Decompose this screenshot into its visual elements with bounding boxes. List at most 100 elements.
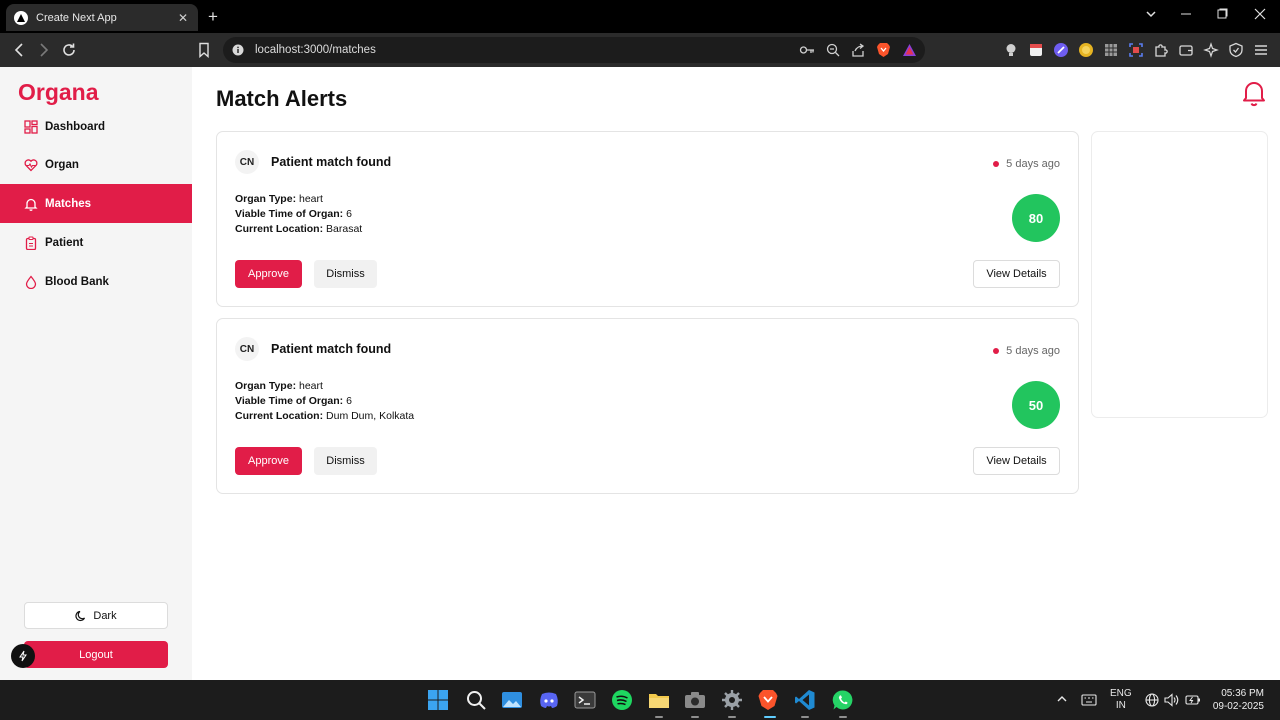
location-value: Barasat bbox=[326, 223, 363, 235]
keyboard-icon[interactable] bbox=[1081, 694, 1097, 706]
logout-button[interactable]: Logout bbox=[24, 641, 168, 668]
alert-details: Organ Type: heart Viable Time of Organ: … bbox=[235, 379, 414, 424]
close-window-button[interactable] bbox=[1254, 8, 1266, 20]
dismiss-button[interactable]: Dismiss bbox=[314, 447, 377, 475]
bell-icon bbox=[24, 197, 38, 211]
network-globe-icon[interactable] bbox=[1145, 693, 1159, 707]
region-text: IN bbox=[1115, 700, 1126, 711]
sidebar-item-matches[interactable]: Matches bbox=[0, 184, 192, 223]
approve-button[interactable]: Approve bbox=[235, 447, 302, 475]
sidebar-item-patient[interactable]: Patient bbox=[0, 223, 192, 262]
sidebar-item-label: Dashboard bbox=[45, 120, 106, 133]
dark-mode-button[interactable]: Dark bbox=[24, 602, 168, 629]
browser-tab-bar: Create Next App ✕ + bbox=[0, 0, 1280, 33]
screen-capture-extension-icon[interactable] bbox=[1128, 42, 1144, 58]
approve-button[interactable]: Approve bbox=[235, 260, 302, 288]
alert-time-text: 5 days ago bbox=[1006, 345, 1060, 357]
active-app-indicator bbox=[764, 716, 776, 718]
brave-rewards-icon[interactable] bbox=[902, 43, 917, 57]
windows-start-icon[interactable] bbox=[427, 689, 449, 711]
alert-time: 5 days ago bbox=[993, 345, 1060, 357]
organ-type-label: Organ Type: bbox=[235, 380, 297, 392]
notes-extension-icon[interactable] bbox=[1028, 42, 1044, 58]
pen-extension-icon[interactable] bbox=[1053, 42, 1069, 58]
unread-dot-icon bbox=[993, 348, 1000, 354]
maximize-button[interactable] bbox=[1216, 8, 1228, 20]
app-logo[interactable]: Organa bbox=[18, 79, 99, 106]
bookmark-icon[interactable] bbox=[198, 42, 210, 58]
view-details-button[interactable]: View Details bbox=[973, 447, 1060, 475]
organ-type-value: heart bbox=[298, 193, 323, 205]
grid-extension-icon[interactable] bbox=[1103, 42, 1119, 58]
leo-ai-icon[interactable] bbox=[1203, 42, 1219, 58]
wallet-icon[interactable] bbox=[1178, 42, 1194, 58]
running-indicator bbox=[728, 716, 736, 718]
match-alert-card: CN Patient match found 5 days ago Organ … bbox=[216, 318, 1079, 494]
dismiss-button[interactable]: Dismiss bbox=[314, 260, 377, 288]
alert-time-text: 5 days ago bbox=[1006, 158, 1060, 170]
coin-extension-icon[interactable] bbox=[1078, 42, 1094, 58]
whatsapp-icon[interactable] bbox=[832, 689, 854, 711]
battery-icon[interactable] bbox=[1185, 694, 1201, 706]
match-score-badge: 80 bbox=[1012, 194, 1060, 242]
language-indicator[interactable]: ENG IN bbox=[1110, 688, 1132, 712]
password-key-icon[interactable] bbox=[799, 43, 815, 57]
alert-time: 5 days ago bbox=[993, 158, 1060, 170]
share-icon[interactable] bbox=[851, 43, 865, 57]
notification-bell-icon[interactable] bbox=[1241, 79, 1267, 107]
brave-shields-icon[interactable] bbox=[876, 42, 891, 58]
vpn-shield-icon[interactable] bbox=[1228, 42, 1244, 58]
lightbulb-extension-icon[interactable] bbox=[1003, 42, 1019, 58]
alert-title: Patient match found bbox=[271, 155, 392, 169]
menu-icon[interactable] bbox=[1253, 42, 1269, 58]
terminal-icon[interactable] bbox=[574, 689, 596, 711]
sidebar-item-blood-bank[interactable]: Blood Bank bbox=[0, 262, 192, 301]
forward-icon[interactable] bbox=[37, 42, 51, 58]
avatar: CN bbox=[235, 337, 259, 361]
spotify-icon[interactable] bbox=[611, 689, 633, 711]
sidebar-item-label: Blood Bank bbox=[45, 275, 109, 288]
url-text: localhost:3000/matches bbox=[255, 44, 376, 56]
browser-tab[interactable]: Create Next App ✕ bbox=[6, 4, 198, 31]
tab-close-icon[interactable]: ✕ bbox=[176, 11, 190, 25]
clock-date: 09-02-2025 bbox=[1212, 701, 1264, 712]
nextjs-dev-indicator-icon[interactable] bbox=[11, 644, 35, 668]
sidebar-item-label: Organ bbox=[45, 158, 79, 171]
view-details-button[interactable]: View Details bbox=[973, 260, 1060, 288]
droplet-icon bbox=[24, 274, 38, 289]
settings-gear-icon[interactable] bbox=[721, 689, 743, 711]
logout-label: Logout bbox=[79, 648, 113, 661]
language-text: ENG bbox=[1110, 688, 1132, 699]
match-score-badge: 50 bbox=[1012, 381, 1060, 429]
viable-time-value: 6 bbox=[346, 395, 352, 407]
sidebar-item-dashboard[interactable]: Dashboard bbox=[0, 107, 192, 146]
file-explorer-icon[interactable] bbox=[648, 689, 670, 711]
clipboard-icon bbox=[24, 235, 38, 250]
search-icon[interactable] bbox=[465, 689, 487, 711]
back-icon[interactable] bbox=[12, 42, 26, 58]
camera-app-icon[interactable] bbox=[684, 689, 706, 711]
tab-search-chevron-icon[interactable] bbox=[1145, 8, 1157, 20]
brave-browser-icon[interactable] bbox=[757, 689, 779, 711]
new-tab-button[interactable]: + bbox=[208, 8, 218, 25]
page-title: Match Alerts bbox=[216, 86, 348, 111]
heart-pulse-icon bbox=[24, 158, 38, 172]
sidebar-item-label: Matches bbox=[45, 197, 92, 210]
vscode-icon[interactable] bbox=[794, 689, 816, 711]
zoom-icon[interactable] bbox=[826, 43, 840, 57]
photos-app-icon[interactable] bbox=[501, 689, 523, 711]
system-clock[interactable]: 05:36 PM 09-02-2025 bbox=[1213, 687, 1264, 713]
viable-time-value: 6 bbox=[346, 208, 352, 220]
sidebar-item-organ[interactable]: Organ bbox=[0, 145, 192, 184]
site-info-icon[interactable] bbox=[232, 44, 244, 56]
reload-icon[interactable] bbox=[61, 42, 77, 58]
avatar: CN bbox=[235, 150, 259, 174]
tray-chevron-up-icon[interactable] bbox=[1056, 693, 1068, 705]
location-label: Current Location: bbox=[235, 223, 324, 235]
discord-icon[interactable] bbox=[538, 689, 560, 711]
volume-icon[interactable] bbox=[1164, 693, 1180, 707]
extensions-puzzle-icon[interactable] bbox=[1153, 42, 1169, 58]
minimize-button[interactable] bbox=[1180, 8, 1192, 20]
extensions-bar bbox=[1003, 42, 1269, 58]
address-bar[interactable]: localhost:3000/matches bbox=[223, 37, 925, 63]
